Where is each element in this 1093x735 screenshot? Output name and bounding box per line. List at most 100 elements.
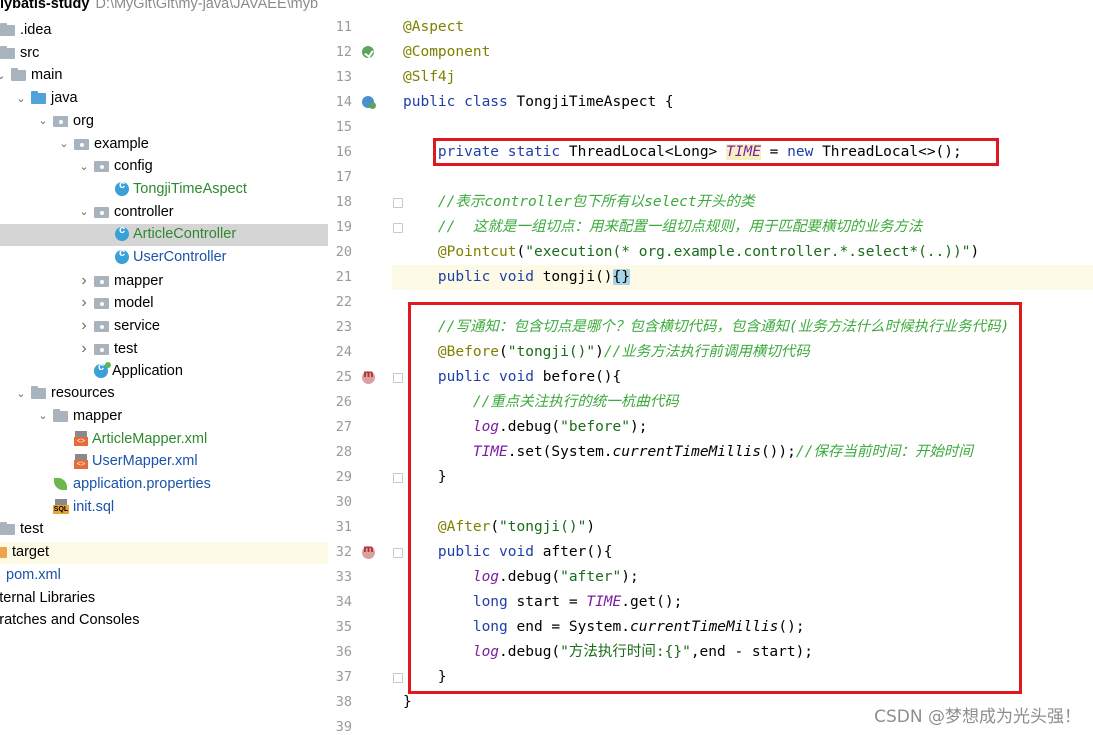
code-line[interactable]: @Pointcut("execution(* org.example.contr…	[403, 240, 979, 265]
tree-item[interactable]: test	[0, 519, 328, 541]
package-icon	[53, 114, 69, 128]
tree-item[interactable]: UserMapper.xml	[0, 451, 328, 473]
chevron-down-icon[interactable]: ⌄	[57, 137, 71, 150]
code-token: @Aspect	[403, 19, 465, 35]
tree-item[interactable]: ⌄ controller	[0, 202, 328, 224]
project-root-header[interactable]: lybatis-study D:\MyGit\Git\my-java\JAVAE…	[0, 0, 328, 16]
chevron-right-icon[interactable]: ›	[77, 340, 91, 358]
chevron-down-icon[interactable]: ⌄	[0, 69, 8, 82]
tree-item[interactable]: pom.xml	[0, 565, 328, 587]
chevron-down-icon[interactable]: ⌄	[77, 160, 91, 173]
tree-item[interactable]: › mapper	[0, 270, 328, 292]
line-number: 11	[335, 19, 352, 35]
advice-method-icon[interactable]	[360, 369, 376, 385]
tree-item[interactable]: ⌄ java	[0, 88, 328, 110]
line-number: 25	[335, 369, 352, 385]
chevron-right-icon[interactable]: ›	[77, 317, 91, 335]
sql-file-icon	[53, 499, 69, 515]
chevron-right-icon[interactable]: ›	[77, 272, 91, 290]
line-number: 15	[335, 119, 352, 135]
code-line[interactable]: @Aspect	[403, 15, 464, 40]
tree-item[interactable]: init.sql	[0, 497, 328, 519]
code-line[interactable]: public class TongjiTimeAspect {	[403, 90, 674, 115]
code-line[interactable]: @Slf4j	[403, 65, 455, 90]
code-line[interactable]: //表示controller包下所有以select开头的类	[403, 190, 755, 215]
source-folder-icon	[31, 91, 47, 105]
code-token: )	[970, 244, 980, 260]
fold-marker-icon[interactable]	[392, 222, 403, 234]
tree-item[interactable]: ⌄ mapper	[0, 406, 328, 428]
code-token: public void	[437, 269, 543, 285]
chevron-down-icon[interactable]: ⌄	[36, 114, 50, 127]
chevron-down-icon[interactable]: ⌄	[77, 205, 91, 218]
pointcut-class-icon[interactable]	[360, 94, 376, 110]
line-number: 36	[335, 644, 352, 660]
tree-item[interactable]: application.properties	[0, 474, 328, 496]
code-line[interactable]: public void tongji(){}	[403, 265, 630, 290]
fold-marker-icon[interactable]	[392, 672, 403, 684]
line-number: 17	[335, 169, 352, 185]
tree-item[interactable]: Application	[0, 361, 328, 383]
class-icon	[115, 179, 129, 196]
fold-marker-icon[interactable]	[392, 197, 403, 209]
package-icon	[94, 296, 110, 310]
tree-item-label: TongjiTimeAspect	[133, 180, 247, 197]
tree-item[interactable]: › service	[0, 315, 328, 337]
tree-item-label: resources	[51, 385, 115, 402]
tree-item[interactable]: ArticleMapper.xml	[0, 429, 328, 451]
line-number: 13	[335, 69, 352, 85]
tree-item-label: example	[94, 135, 149, 152]
tree-item-label: UserController	[133, 249, 227, 265]
folder-icon	[0, 45, 16, 60]
advice-method-icon[interactable]	[360, 544, 376, 560]
tree-item[interactable]: › model	[0, 292, 328, 314]
tree-item-label: Application	[112, 362, 183, 379]
package-icon	[94, 319, 110, 333]
tree-item-label: init.sql	[73, 498, 115, 515]
tree-item-label: src	[20, 44, 40, 61]
line-number: 18	[335, 194, 352, 210]
tree-item[interactable]: UserController	[0, 247, 328, 269]
tree-item[interactable]: xternal Libraries	[0, 588, 328, 610]
tree-item[interactable]: target	[0, 542, 328, 565]
chevron-right-icon[interactable]: ›	[77, 294, 91, 312]
tree-item[interactable]: ⌄ example	[0, 134, 328, 156]
tree-item[interactable]: ArticleController	[0, 224, 328, 247]
resources-folder-icon	[31, 386, 47, 400]
chevron-down-icon[interactable]: ⌄	[14, 92, 28, 105]
class-icon	[115, 224, 129, 242]
code-token: @Pointcut	[437, 244, 517, 260]
code-token: }	[403, 694, 412, 710]
line-number: 35	[335, 619, 352, 635]
tree-item[interactable]: ⌄ config	[0, 156, 328, 178]
line-number: 26	[335, 394, 352, 410]
tree-item-label: pom.xml	[6, 566, 61, 583]
code-token: public class	[403, 94, 517, 110]
fold-marker-icon[interactable]	[392, 372, 403, 384]
code-token: // 这就是一组切点：用来配置一组切点规则，用于匹配要横切的业务方法	[437, 219, 923, 235]
chevron-down-icon[interactable]: ⌄	[14, 387, 28, 400]
line-number: 24	[335, 344, 352, 360]
tree-item[interactable]: ⌄ org	[0, 111, 328, 133]
chevron-down-icon[interactable]: ⌄	[36, 409, 50, 422]
tree-item[interactable]: .idea	[0, 20, 328, 42]
code-line[interactable]: @Component	[403, 40, 490, 65]
class-icon	[115, 247, 129, 264]
code-line[interactable]: // 这就是一组切点：用来配置一组切点规则，用于匹配要横切的业务方法	[403, 215, 922, 240]
tree-item[interactable]: › test	[0, 338, 328, 360]
tree-item-label: org	[73, 112, 94, 129]
tree-item[interactable]: ⌄ resources	[0, 383, 328, 405]
tree-item[interactable]: ⌄ main	[0, 65, 328, 87]
tree-item[interactable]: TongjiTimeAspect	[0, 179, 328, 201]
fold-marker-icon[interactable]	[392, 472, 403, 484]
spring-bean-icon[interactable]	[360, 44, 376, 60]
tree-item-label: main	[31, 67, 63, 84]
tree-item-label: ArticleController	[133, 226, 237, 243]
tree-item[interactable]: cratches and Consoles	[0, 610, 328, 632]
folder-icon	[0, 23, 16, 37]
fold-marker-icon[interactable]	[392, 547, 403, 559]
tree-item[interactable]: src	[0, 43, 328, 65]
